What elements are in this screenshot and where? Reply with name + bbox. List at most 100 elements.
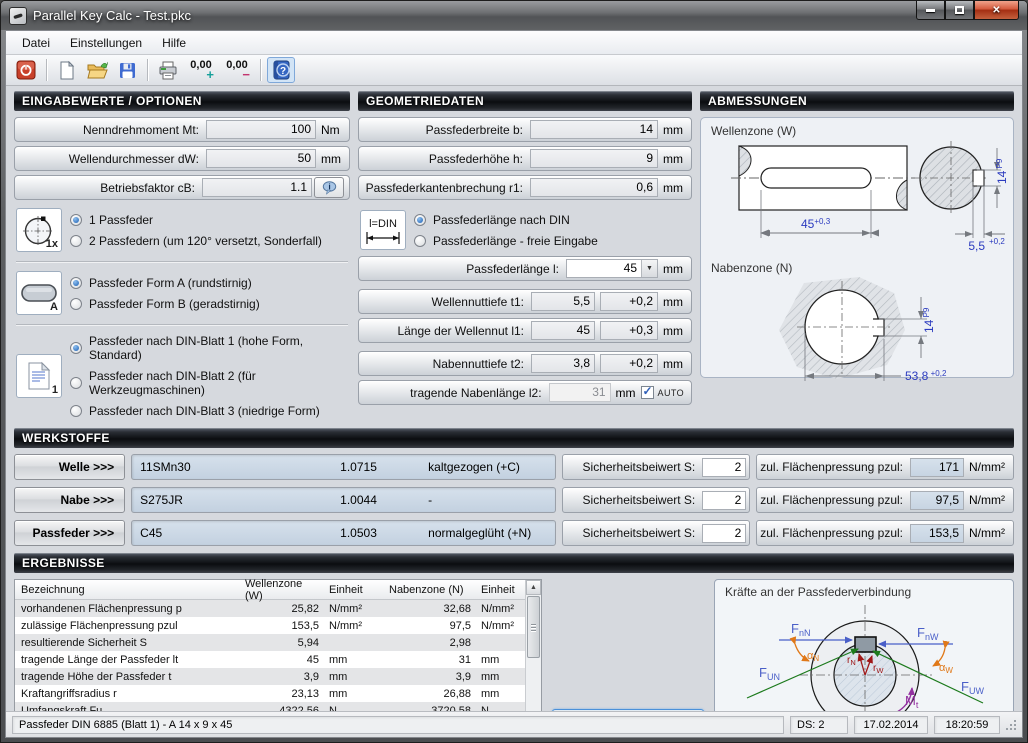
din-sheet-icon — [26, 361, 52, 391]
status-bar: Passfeder DIN 6885 (Blatt 1) - A 14 x 9 … — [6, 711, 1022, 737]
sicherheit-label: Sicherheitsbeiwert S: — [566, 493, 702, 507]
kantenbrechung-input[interactable]: 0,6 — [530, 178, 658, 197]
wellendurchmesser-input[interactable]: 50 — [206, 149, 316, 168]
col-header: Einheit — [325, 584, 381, 596]
radio-2-passfedern[interactable]: 2 Passfedern (um 120° versetzt, Sonderfa… — [70, 234, 348, 248]
material-number: 1.0715 — [340, 460, 428, 474]
menu-einstellungen[interactable]: Einstellungen — [60, 33, 152, 53]
passfederlaenge-combobox[interactable]: 45 ▼ — [566, 259, 658, 278]
cell: mm — [477, 654, 523, 666]
field-label: tragende Nabenlänge l2: — [362, 386, 549, 400]
cell: mm — [325, 671, 381, 683]
icon-badge: 1 — [52, 384, 58, 396]
nabe-material-box: S275JR 1.0044 - — [131, 487, 556, 513]
menu-datei[interactable]: Datei — [12, 33, 60, 53]
field-passfederbreite: Passfederbreite b: 14 mm — [358, 117, 692, 142]
field-label: Betriebsfaktor cB: — [18, 181, 202, 195]
geometriedaten-header: GEOMETRIEDATEN — [358, 91, 692, 111]
exit-button[interactable] — [12, 57, 40, 83]
maximize-button[interactable] — [945, 1, 974, 20]
radio-laenge-din[interactable]: Passfederlänge nach DIN — [414, 213, 690, 227]
radio-din-blatt-3[interactable]: Passfeder nach DIN-Blatt 3 (niedrige For… — [70, 404, 348, 418]
help-book-icon: ? — [272, 60, 291, 80]
radio-label: Passfeder Form A (rundstirnig) — [89, 276, 252, 290]
decimals-increase-button[interactable]: 0,00 + — [184, 57, 218, 83]
material-name: C45 — [140, 526, 340, 540]
help-button[interactable]: ? — [267, 57, 295, 83]
radio-form-b[interactable]: Passfeder Form B (geradstirnig) — [70, 297, 348, 311]
auto-checkbox[interactable] — [641, 386, 654, 399]
force-diagram-panel: Kräfte an der Passfederverbindung — [714, 579, 1014, 711]
scroll-up-icon[interactable]: ▲ — [526, 580, 541, 595]
results-area: Bezeichnung Wellenzone (W) Einheit Naben… — [14, 579, 1014, 711]
decimals-decrease-button[interactable]: 0,00 − — [220, 57, 254, 83]
info-button[interactable]: i — [314, 177, 344, 198]
field-wellendurchmesser: Wellendurchmesser dW: 50 mm — [14, 146, 350, 171]
passfederbreite-input[interactable]: 14 — [530, 120, 658, 139]
radio-din-blatt-1[interactable]: Passfeder nach DIN-Blatt 1 (hohe Form, S… — [70, 334, 348, 362]
open-folder-icon — [87, 61, 108, 79]
wellennuttiefe-input[interactable]: 5,5 — [531, 292, 595, 311]
force-diagram: FnN FnW FUN FUW αN αW rN rW Mt — [721, 599, 1009, 711]
dimensions-panel: Wellenzone (W) — [700, 117, 1014, 378]
field-label: Passfederlänge l: — [362, 262, 566, 276]
open-file-button[interactable] — [83, 57, 111, 83]
chevron-down-icon[interactable]: ▼ — [641, 260, 657, 277]
passfeder-sicherheit-input[interactable]: 2 — [702, 524, 746, 543]
resize-grip[interactable] — [1006, 719, 1016, 731]
cell: 45 — [231, 654, 325, 666]
field-unit: mm — [658, 123, 688, 137]
passfederhoehe-input[interactable]: 9 — [530, 149, 658, 168]
radio-laenge-frei[interactable]: Passfederlänge - freie Eingabe — [414, 234, 690, 248]
client-frame: Datei Einstellungen Hilfe — [5, 30, 1023, 738]
minimize-button[interactable] — [916, 1, 945, 20]
material-name: 11SMn30 — [140, 460, 340, 474]
radio-din-blatt-2[interactable]: Passfeder nach DIN-Blatt 2 (für Werkzeug… — [70, 369, 348, 397]
nabennuttiefe-input[interactable]: 3,8 — [531, 354, 595, 373]
table-scrollbar[interactable]: ▲ ▼ — [525, 580, 541, 711]
sicherheit-label: Sicherheitsbeiwert S: — [566, 460, 702, 474]
cell: 31 — [381, 654, 477, 666]
col-header: Wellenzone (W) — [231, 578, 325, 602]
passfeder-pressung-group: zul. Flächenpressung pzul: 153,5 N/mm² — [756, 520, 1014, 546]
cell: 5,94 — [231, 637, 325, 649]
radio-1-passfeder[interactable]: 1 Passfeder — [70, 213, 348, 227]
eingabewerte-header: EINGABEWERTE / OPTIONEN — [14, 91, 350, 111]
svg-text:l=DIN: l=DIN — [369, 218, 397, 230]
field-label: Passfederkantenbrechung r1: — [362, 181, 530, 195]
wellennut-laenge-toleranz[interactable]: +0,3 — [600, 321, 658, 340]
radio-form-a[interactable]: Passfeder Form A (rundstirnig) — [70, 276, 348, 290]
cell: 25,82 — [231, 603, 325, 615]
passfeder-pressung-value: 153,5 — [910, 524, 964, 543]
close-button[interactable]: ✕ — [974, 1, 1019, 20]
cell: 2,98 — [381, 637, 477, 649]
save-button[interactable] — [113, 57, 141, 83]
wellennut-laenge-input[interactable]: 45 — [531, 321, 595, 340]
betriebsfaktor-input[interactable]: 1.1 — [202, 178, 312, 197]
passfeder-button[interactable]: Passfeder >>> — [14, 520, 125, 546]
menu-hilfe[interactable]: Hilfe — [152, 33, 196, 53]
svg-text:Mt: Mt — [905, 693, 919, 710]
scroll-track[interactable] — [526, 659, 541, 711]
field-unit: Nm — [316, 123, 346, 137]
nabe-button[interactable]: Nabe >>> — [14, 487, 125, 513]
plus-icon: + — [206, 70, 214, 80]
welle-sicherheit-input[interactable]: 2 — [702, 458, 746, 477]
hub-drawing: 14 P9 53,8 +0,2 — [709, 275, 1009, 387]
nabe-sicherheit-input[interactable]: 2 — [702, 491, 746, 510]
col-header: Einheit — [477, 584, 523, 596]
nabennuttiefe-toleranz[interactable]: +0,2 — [600, 354, 658, 373]
ergebnisse-header: ERGEBNISSE — [14, 553, 1014, 573]
print-button[interactable] — [154, 57, 182, 83]
scroll-thumb[interactable] — [527, 596, 540, 658]
welle-button[interactable]: Welle >>> — [14, 454, 125, 480]
radio-label: Passfederlänge - freie Eingabe — [433, 234, 598, 248]
wellennuttiefe-toleranz[interactable]: +0,2 — [600, 292, 658, 311]
table-row: Umfangskraft Fu4322,56N3720,58N — [15, 702, 525, 711]
cell: N/mm² — [325, 620, 381, 632]
radio-icon — [70, 277, 82, 289]
cell: N/mm² — [325, 603, 381, 615]
nenndrehmoment-input[interactable]: 100 — [206, 120, 316, 139]
menu-bar: Datei Einstellungen Hilfe — [6, 31, 1022, 55]
new-file-button[interactable] — [53, 57, 81, 83]
